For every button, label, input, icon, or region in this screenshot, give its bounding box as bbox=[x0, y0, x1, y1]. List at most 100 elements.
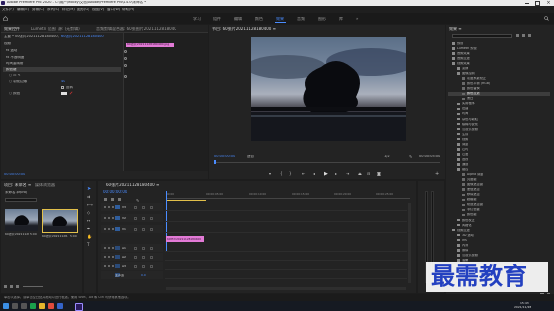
mark-in-icon[interactable]: { bbox=[280, 171, 283, 176]
file-explorer-icon[interactable] bbox=[39, 303, 45, 309]
menu-item-sequence[interactable]: 序列(S) bbox=[47, 8, 59, 12]
browser-icon[interactable] bbox=[30, 303, 36, 309]
fx-opacity[interactable]: fx 不透明度 bbox=[6, 56, 24, 60]
accelerated-effects-icon[interactable] bbox=[516, 34, 519, 37]
tab-project[interactable]: 项目: 未命名 ≡ bbox=[4, 183, 31, 187]
track-lock-icon[interactable] bbox=[104, 206, 106, 208]
track-r-toggle[interactable] bbox=[150, 227, 153, 231]
track-target-toggle[interactable] bbox=[115, 264, 120, 268]
workspace-graphics[interactable]: 图形 bbox=[318, 17, 326, 21]
effects-tree-item[interactable]: 透视 bbox=[448, 157, 550, 162]
video-frame[interactable] bbox=[251, 37, 406, 141]
workspace-color[interactable]: 颜色 bbox=[255, 17, 263, 21]
chrome-icon[interactable] bbox=[48, 303, 54, 309]
32bit-effects-icon[interactable] bbox=[522, 34, 525, 37]
track-eye-icon[interactable] bbox=[112, 265, 114, 267]
menu-item-view[interactable]: 视图(V) bbox=[92, 8, 104, 12]
track-lane[interactable] bbox=[165, 203, 407, 211]
reset-icon[interactable] bbox=[124, 75, 127, 78]
fit-dropdown[interactable]: 适合 bbox=[247, 155, 254, 159]
effects-tree-item[interactable]: Lumetri 预设 bbox=[448, 46, 550, 51]
track-eye-icon[interactable] bbox=[112, 256, 114, 258]
menu-item-help[interactable]: 帮助(H) bbox=[122, 8, 134, 12]
tab-lumetri-scopes[interactable]: Lumetri 范围 bbox=[31, 27, 56, 31]
linked-selection-icon[interactable] bbox=[111, 198, 114, 201]
track-sync-icon[interactable] bbox=[108, 256, 110, 258]
track-lane[interactable] bbox=[165, 225, 407, 233]
track-header[interactable]: A2 bbox=[101, 253, 163, 261]
reset-icon[interactable] bbox=[124, 57, 127, 60]
go-to-out-icon[interactable]: ⇥ bbox=[346, 171, 349, 176]
workspace-assembly[interactable]: 组件 bbox=[213, 17, 221, 21]
effects-tree-item[interactable]: 黑白 bbox=[448, 97, 550, 102]
track-s-toggle[interactable] bbox=[142, 227, 145, 231]
track-m-toggle[interactable] bbox=[134, 227, 137, 231]
lock-icon[interactable] bbox=[4, 285, 7, 288]
track-s-toggle[interactable] bbox=[142, 205, 145, 209]
go-to-in-icon[interactable]: ⇤ bbox=[302, 171, 305, 176]
effects-tree-item[interactable]: 沉浸式视频 bbox=[448, 127, 550, 132]
track-m-toggle[interactable] bbox=[134, 255, 137, 259]
horizontal-zoom-scrollbar[interactable] bbox=[166, 287, 406, 290]
menu-item-graphics[interactable]: 图形(G) bbox=[77, 8, 89, 12]
task-view-icon[interactable] bbox=[21, 303, 27, 309]
search-icon[interactable] bbox=[544, 16, 549, 21]
effects-tree-item[interactable]: 内滑 bbox=[448, 243, 550, 248]
track-header[interactable]: V2 bbox=[101, 214, 163, 222]
track-lane[interactable] bbox=[165, 262, 407, 270]
snap-icon[interactable] bbox=[104, 198, 107, 201]
track-target-toggle[interactable] bbox=[115, 216, 120, 220]
track-m-toggle[interactable] bbox=[134, 264, 137, 268]
track-lane[interactable] bbox=[165, 253, 407, 261]
wrench-icon[interactable]: ✎ bbox=[409, 154, 412, 159]
effects-tree-item[interactable]: Iris bbox=[448, 238, 550, 243]
reset-icon[interactable] bbox=[124, 64, 127, 67]
app-icon[interactable] bbox=[57, 303, 63, 309]
track-r-toggle[interactable] bbox=[150, 264, 153, 268]
track-eye-icon[interactable] bbox=[112, 206, 114, 208]
work-area-bar[interactable] bbox=[166, 200, 206, 201]
effects-tree-item[interactable]: 音频效果 bbox=[448, 51, 550, 56]
track-sync-icon[interactable] bbox=[108, 217, 110, 219]
track-lock-icon[interactable] bbox=[104, 247, 106, 249]
track-lane[interactable] bbox=[165, 244, 407, 252]
step-back-icon[interactable]: ◂ bbox=[313, 171, 315, 176]
track-header[interactable]: 主声道 0.0 bbox=[101, 271, 163, 279]
track-target-toggle[interactable] bbox=[115, 205, 120, 209]
track-lock-icon[interactable] bbox=[104, 265, 106, 267]
effects-tree-item[interactable]: 调整 bbox=[448, 142, 550, 147]
effects-tree-item[interactable]: 颜色校正 bbox=[448, 218, 550, 223]
feather-edge-value[interactable]: 40 bbox=[61, 80, 65, 84]
track-r-toggle[interactable] bbox=[150, 216, 153, 220]
pen-tool-icon[interactable]: ✒ bbox=[87, 226, 90, 231]
track-lane[interactable] bbox=[165, 214, 407, 222]
track-s-toggle[interactable] bbox=[142, 264, 145, 268]
razor-tool-icon[interactable]: ◇ bbox=[87, 210, 90, 215]
tab-source[interactable]: 源: (无剪辑) bbox=[58, 27, 80, 31]
effects-tree-item[interactable]: 预设 bbox=[448, 41, 550, 46]
track-sync-icon[interactable] bbox=[108, 206, 110, 208]
track-lock-icon[interactable] bbox=[104, 217, 106, 219]
track-header[interactable]: V3 bbox=[101, 203, 163, 211]
slip-tool-icon[interactable]: ↔ bbox=[87, 218, 90, 223]
effects-tree-item[interactable]: 变换 bbox=[448, 66, 550, 71]
effects-tree-item[interactable]: 模糊与锐化 bbox=[448, 122, 550, 127]
effects-search-input[interactable] bbox=[452, 34, 512, 38]
playhead-marker[interactable] bbox=[214, 160, 216, 164]
effects-tree-item[interactable]: 过时 bbox=[448, 147, 550, 152]
effects-tree-item[interactable]: 时间 bbox=[448, 112, 550, 117]
effects-tree-item[interactable]: 颜色过滤 bbox=[448, 91, 550, 97]
clock-time[interactable]: 15:43 bbox=[520, 302, 529, 305]
premiere-taskbar-icon[interactable] bbox=[75, 303, 83, 311]
play-icon[interactable]: ▶ bbox=[324, 171, 328, 177]
clip-thumbnail-selected[interactable] bbox=[42, 209, 78, 233]
workspace-libraries[interactable]: 库 bbox=[339, 17, 343, 21]
effects-tree-item[interactable]: 视频过渡 bbox=[448, 228, 550, 233]
track-lock-icon[interactable] bbox=[104, 256, 106, 258]
overflow-chevron-icon[interactable]: » bbox=[356, 16, 358, 21]
menu-item-edit[interactable]: 编辑(E) bbox=[17, 8, 29, 12]
project-search-input[interactable] bbox=[5, 198, 37, 202]
add-marker-icon[interactable]: ▾ bbox=[269, 171, 271, 176]
track-r-toggle[interactable] bbox=[150, 255, 153, 259]
workspace-audio[interactable]: 音频 bbox=[297, 17, 305, 21]
